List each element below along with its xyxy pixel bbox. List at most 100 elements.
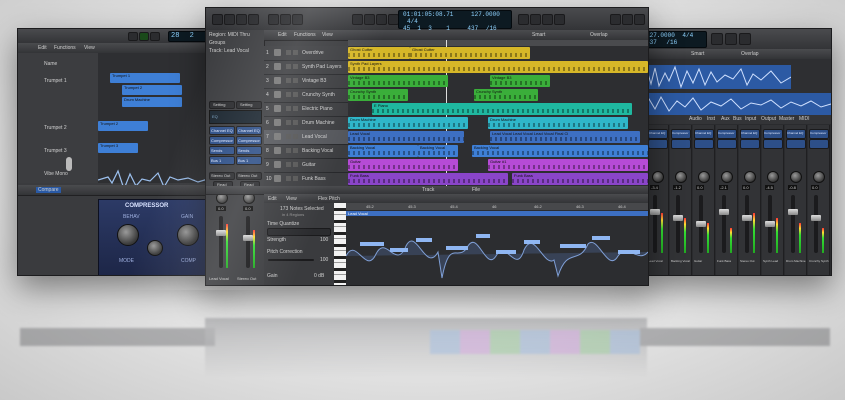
region-guitar-#1[interactable]: Guitar #1 xyxy=(488,159,648,171)
strip-pan-knob[interactable] xyxy=(790,171,802,183)
left-region-drum[interactable]: Drum Machine xyxy=(122,97,182,107)
strength-value[interactable]: 100 xyxy=(320,237,328,243)
mute-button[interactable] xyxy=(286,176,291,181)
editor-menu-view[interactable]: View xyxy=(286,196,297,202)
plugin-slot-b-3[interactable]: Sends xyxy=(236,146,262,155)
inspector-groups[interactable]: Groups xyxy=(209,40,225,46)
region-drum-machine[interactable]: Drum Machine xyxy=(488,117,628,129)
strip-fader[interactable] xyxy=(765,221,775,227)
plugin-slot-a-1[interactable]: Channel EQ xyxy=(209,126,235,135)
strip-slot-1[interactable]: Channel EQ xyxy=(694,129,714,139)
left-compare-tab[interactable]: Compare xyxy=(36,187,61,193)
region-backing-vocal[interactable]: Backing Vocal xyxy=(472,145,648,157)
region-lead-vocal[interactable]: Lead Vocal xyxy=(348,131,464,143)
mute-button[interactable] xyxy=(286,148,291,153)
mute-button[interactable] xyxy=(286,78,291,83)
right-toolbar-button-1[interactable] xyxy=(711,33,723,45)
smart-controls-button[interactable] xyxy=(268,14,279,25)
plugin-slot-b-4[interactable]: Bus 1 xyxy=(236,156,262,165)
editor-tab-track[interactable]: Track xyxy=(422,187,434,193)
solo-button[interactable] xyxy=(293,50,298,55)
strip-slot-2[interactable] xyxy=(786,139,806,149)
gain-value[interactable]: 0 dB xyxy=(314,273,324,279)
plugin-slot-b-2[interactable]: Compressor xyxy=(236,136,262,145)
region-backing-vocal[interactable]: Backing Vocal xyxy=(418,145,458,157)
mute-button[interactable] xyxy=(286,162,291,167)
region-crunchy-synth[interactable]: Crunchy Synth xyxy=(348,89,408,101)
track-header-backing-vocal[interactable]: 8 Backing Vocal xyxy=(264,144,348,159)
solo-button[interactable] xyxy=(293,176,298,181)
piano-keyboard[interactable] xyxy=(334,203,346,285)
strip-slot-2[interactable] xyxy=(809,139,829,149)
strip-fader[interactable] xyxy=(696,221,706,227)
solo-button[interactable] xyxy=(293,78,298,83)
solo-button[interactable] xyxy=(293,148,298,153)
mixer-button[interactable] xyxy=(280,14,291,25)
region-guitar[interactable]: Guitar xyxy=(348,159,458,171)
left-menu-edit[interactable]: Edit xyxy=(38,45,47,51)
solo-button[interactable] xyxy=(293,134,298,139)
left-region-trumpet2a[interactable]: Trumpet 2 xyxy=(122,85,182,95)
count-in-button[interactable] xyxy=(542,14,553,25)
strip-slot-1[interactable]: Channel EQ xyxy=(740,129,760,139)
mixer-tab-master[interactable]: Master xyxy=(779,116,794,122)
left-menu-functions[interactable]: Functions xyxy=(54,45,76,51)
strip-slot-1[interactable]: Channel EQ xyxy=(786,129,806,139)
strip-slot-2[interactable] xyxy=(648,139,668,149)
left-play-button[interactable] xyxy=(139,32,149,41)
quick-help-button[interactable] xyxy=(236,14,247,25)
region-drum-machine[interactable]: Drum Machine xyxy=(348,117,468,129)
strip-slot-2[interactable] xyxy=(763,139,783,149)
left-track-vibe[interactable]: Vibe Mono xyxy=(44,171,68,177)
library-button[interactable] xyxy=(212,14,223,25)
region-ghost-cutter[interactable]: Ghost Cutter xyxy=(348,47,410,59)
strip-fader[interactable] xyxy=(650,209,660,215)
center-overlap[interactable]: Overlap xyxy=(590,32,608,38)
track-header-crunchy-synth[interactable]: 4 Crunchy Synth xyxy=(264,88,348,103)
right-toolbar-button-3[interactable] xyxy=(739,33,751,45)
plugin-slot-a-4[interactable]: Bus 1 xyxy=(209,156,235,165)
track-header-electric-piano[interactable]: 5 Electric Piano xyxy=(264,102,348,117)
track-header-lead-vocal[interactable]: 7 Lead Vocal xyxy=(264,130,348,145)
track-header-vintage-b3[interactable]: 3 Vintage B3 xyxy=(264,74,348,89)
solo-button[interactable] xyxy=(293,64,298,69)
mixer-tab-inst[interactable]: Inst xyxy=(707,116,715,122)
strip-fader[interactable] xyxy=(811,215,821,221)
left-region-trumpet1[interactable]: Trumpet 1 xyxy=(110,73,180,83)
left-track-trumpet1[interactable]: Trumpet 1 xyxy=(44,78,67,84)
output-button-b[interactable]: Stereo Out xyxy=(236,172,262,180)
rewind-button[interactable] xyxy=(352,14,363,25)
fader-a[interactable] xyxy=(216,230,226,236)
toolbar-button[interactable] xyxy=(248,14,259,25)
strip-slot-2[interactable] xyxy=(671,139,691,149)
loop-browser-button[interactable] xyxy=(622,14,633,25)
mixer-tab-output[interactable]: Output xyxy=(761,116,776,122)
region-vintage-b3[interactable]: Vintage B3 xyxy=(348,75,448,87)
output-button-a[interactable]: Stereo Out xyxy=(209,172,235,180)
inspector-region[interactable]: Region: MIDI Thru xyxy=(209,32,250,38)
left-region-trumpet2b[interactable]: Trumpet 2 xyxy=(98,121,148,131)
browsers-button[interactable] xyxy=(634,14,645,25)
eq-thumbnail[interactable]: EQ xyxy=(209,110,262,124)
cycle-button[interactable] xyxy=(518,14,529,25)
metronome-button[interactable] xyxy=(554,14,565,25)
mute-button[interactable] xyxy=(286,64,291,69)
time-quantize-select[interactable] xyxy=(267,228,331,236)
right-overlap[interactable]: Overlap xyxy=(741,51,759,57)
region-crunchy-synth[interactable]: Crunchy Synth xyxy=(474,89,538,101)
left-track-name[interactable]: Name xyxy=(44,61,57,67)
pitch-correction-value[interactable]: 100 xyxy=(320,257,328,263)
track-header-synth-pad-layers[interactable]: 2 Synth Pad Layers xyxy=(264,60,348,75)
strip-slot-2[interactable] xyxy=(694,139,714,149)
inspector-track[interactable]: Track: Lead Vocal xyxy=(209,48,249,54)
track-header-funk-bass[interactable]: 10 Funk Bass xyxy=(264,172,348,187)
mute-button[interactable] xyxy=(286,106,291,111)
compressor-knob-1[interactable] xyxy=(117,224,139,246)
editor-menu-edit[interactable]: Edit xyxy=(268,196,277,202)
editors-button[interactable] xyxy=(292,14,303,25)
left-cycle-button[interactable] xyxy=(128,32,138,41)
forward-button[interactable] xyxy=(364,14,375,25)
strip-slot-1[interactable]: Compressor xyxy=(763,129,783,139)
setting-button-a[interactable]: Setting xyxy=(209,101,235,109)
strip-pan-knob[interactable] xyxy=(698,171,710,183)
